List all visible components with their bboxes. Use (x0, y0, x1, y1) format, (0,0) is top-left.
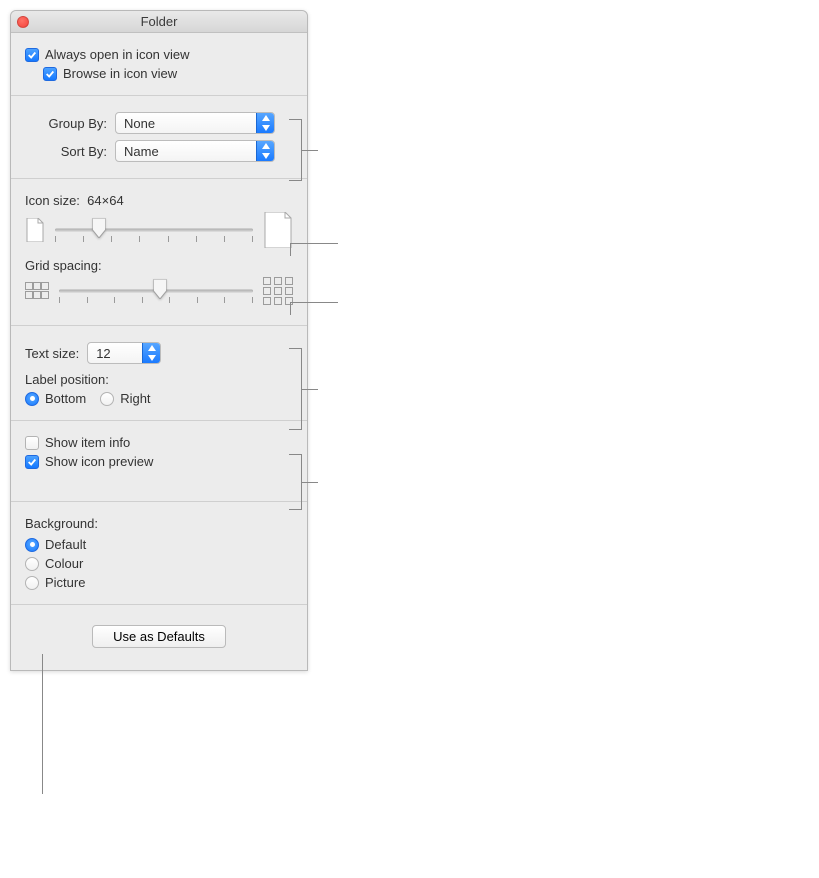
sort-by-select[interactable]: Name (115, 140, 275, 162)
lbl-right: Right (120, 391, 150, 406)
label-position-label: Label position: (25, 372, 109, 387)
grid-spacing-slider[interactable] (59, 281, 253, 301)
bg-colour-radio[interactable] (25, 557, 39, 571)
label-bottom-radio[interactable] (25, 392, 39, 406)
icon-size-slider[interactable] (55, 220, 253, 240)
file-small-icon (25, 218, 45, 242)
show-item-info-checkbox[interactable] (25, 436, 39, 450)
bg-picture-label: Picture (45, 575, 85, 590)
callout-bracket (301, 119, 302, 181)
background-label: Background: (25, 516, 98, 531)
section-background: Background: Default Colour Picture (11, 502, 307, 604)
show-icon-preview-checkbox[interactable] (25, 455, 39, 469)
grid-loose-icon (263, 277, 293, 305)
browse-checkbox[interactable] (43, 67, 57, 81)
callout-line (290, 243, 338, 244)
use-as-defaults-button[interactable]: Use as Defaults (92, 625, 226, 648)
callout-line (290, 302, 338, 303)
titlebar[interactable]: Folder (11, 11, 307, 33)
text-size-select[interactable]: 12 (87, 342, 161, 364)
group-by-select[interactable]: None (115, 112, 275, 134)
lbl-bottom: Bottom (45, 391, 86, 406)
section-sizing: Icon size: 64×64 Grid spacing: (11, 179, 307, 326)
stepper-icon (256, 113, 274, 133)
show-icon-preview-label: Show icon preview (45, 454, 153, 469)
footer: Use as Defaults (11, 604, 307, 670)
grid-tight-icon (25, 282, 49, 300)
icon-size-value: 64×64 (87, 193, 124, 208)
callout-bracket (301, 454, 302, 510)
text-size-label: Text size: (25, 346, 87, 361)
group-by-value: None (116, 116, 256, 131)
stepper-icon (256, 141, 274, 161)
stepper-icon (142, 343, 160, 363)
slider-thumb-icon[interactable] (153, 279, 166, 299)
group-by-label: Group By: (25, 116, 115, 131)
sort-by-value: Name (116, 144, 256, 159)
show-item-info-label: Show item info (45, 435, 130, 450)
window-title: Folder (11, 14, 307, 29)
file-large-icon (263, 212, 293, 248)
section-arrange: Group By: None Sort By: Name (11, 96, 307, 179)
section-show: Show item info Show icon preview (11, 421, 307, 502)
text-size-value: 12 (88, 346, 142, 361)
always-open-label: Always open in icon view (45, 47, 190, 62)
section-text: Text size: 12 Label position: Bottom Rig… (11, 326, 307, 421)
callout-line (42, 654, 43, 794)
section-open-mode: Always open in icon view Browse in icon … (11, 33, 307, 96)
bg-default-radio[interactable] (25, 538, 39, 552)
slider-thumb-icon[interactable] (92, 218, 105, 238)
sort-by-label: Sort By: (25, 144, 115, 159)
bg-picture-radio[interactable] (25, 576, 39, 590)
always-open-checkbox[interactable] (25, 48, 39, 62)
callout-bracket (301, 348, 302, 430)
label-right-radio[interactable] (100, 392, 114, 406)
view-options-window: Folder Always open in icon view Browse i… (10, 10, 308, 671)
icon-size-label: Icon size: (25, 193, 80, 208)
grid-spacing-label: Grid spacing: (25, 258, 102, 273)
browse-label: Browse in icon view (63, 66, 177, 81)
bg-default-label: Default (45, 537, 86, 552)
bg-colour-label: Colour (45, 556, 83, 571)
